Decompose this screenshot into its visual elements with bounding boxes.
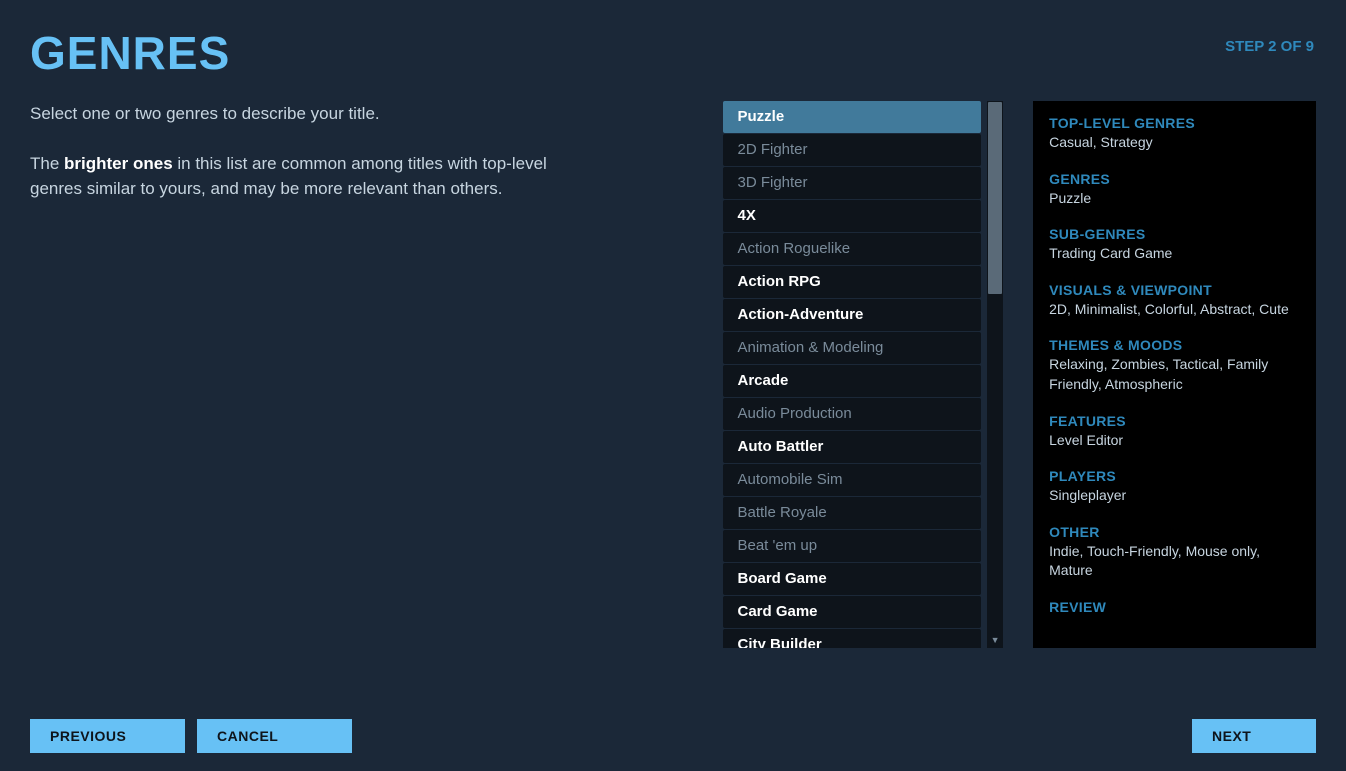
previous-button[interactable]: PREVIOUS <box>30 719 185 753</box>
summary-value: 2D, Minimalist, Colorful, Abstract, Cute <box>1049 300 1300 320</box>
cancel-button[interactable]: CANCEL <box>197 719 352 753</box>
summary-block: GENRES Puzzle <box>1049 171 1300 209</box>
genre-item[interactable]: Animation & Modeling <box>723 332 981 364</box>
genre-item[interactable]: Action-Adventure <box>723 299 981 331</box>
summary-value: Level Editor <box>1049 431 1300 451</box>
page-title: GENRES <box>30 30 230 76</box>
summary-title: SUB-GENRES <box>1049 226 1300 242</box>
summary-title: REVIEW <box>1049 599 1300 615</box>
summary-block: REVIEW <box>1049 599 1300 615</box>
genre-item[interactable]: Auto Battler <box>723 431 981 463</box>
instruction-bold: brighter ones <box>64 154 173 173</box>
genre-item[interactable]: Beat 'em up <box>723 530 981 562</box>
summary-block: OTHER Indie, Touch-Friendly, Mouse only, … <box>1049 524 1300 581</box>
summary-title: GENRES <box>1049 171 1300 187</box>
genre-item[interactable]: 3D Fighter <box>723 167 981 199</box>
summary-block: SUB-GENRES Trading Card Game <box>1049 226 1300 264</box>
instruction-line-2: The brighter ones in this list are commo… <box>30 151 565 202</box>
summary-block: PLAYERS Singleplayer <box>1049 468 1300 506</box>
instruction-line-1: Select one or two genres to describe you… <box>30 101 565 127</box>
genre-item[interactable]: Board Game <box>723 563 981 595</box>
genre-item[interactable]: 4X <box>723 200 981 232</box>
summary-value: Relaxing, Zombies, Tactical, Family Frie… <box>1049 355 1300 394</box>
step-indicator: STEP 2 OF 9 <box>1225 38 1314 55</box>
summary-panel: TOP-LEVEL GENRES Casual, Strategy GENRES Pu… <box>1033 101 1316 648</box>
scrollbar-arrow-down-icon[interactable]: ▼ <box>987 632 1003 648</box>
summary-title: VISUALS & VIEWPOINT <box>1049 282 1300 298</box>
summary-title: FEATURES <box>1049 413 1300 429</box>
instructions-panel: Select one or two genres to describe you… <box>30 101 595 648</box>
genre-list[interactable]: Puzzle2D Fighter3D Fighter4XAction Rogue… <box>723 101 981 648</box>
genre-item[interactable]: Arcade <box>723 365 981 397</box>
genre-item[interactable]: Audio Production <box>723 398 981 430</box>
genre-item[interactable]: Battle Royale <box>723 497 981 529</box>
summary-value: Singleplayer <box>1049 486 1300 506</box>
summary-value: Indie, Touch-Friendly, Mouse only, Matur… <box>1049 542 1300 581</box>
genre-item[interactable]: Card Game <box>723 596 981 628</box>
scrollbar-track[interactable]: ▼ <box>987 101 1003 648</box>
genre-item[interactable]: 2D Fighter <box>723 134 981 166</box>
summary-block: THEMES & MOODS Relaxing, Zombies, Tactica… <box>1049 337 1300 394</box>
summary-block: TOP-LEVEL GENRES Casual, Strategy <box>1049 115 1300 153</box>
next-button[interactable]: NEXT <box>1192 719 1316 753</box>
summary-title: THEMES & MOODS <box>1049 337 1300 353</box>
summary-title: OTHER <box>1049 524 1300 540</box>
genre-item[interactable]: Action RPG <box>723 266 981 298</box>
summary-title: PLAYERS <box>1049 468 1300 484</box>
genre-item[interactable]: Automobile Sim <box>723 464 981 496</box>
scrollbar-thumb[interactable] <box>988 102 1002 294</box>
summary-title: TOP-LEVEL GENRES <box>1049 115 1300 131</box>
genre-item[interactable]: Action Roguelike <box>723 233 981 265</box>
summary-value: Casual, Strategy <box>1049 133 1300 153</box>
instruction-prefix: The <box>30 154 64 173</box>
summary-value: Puzzle <box>1049 189 1300 209</box>
genre-item[interactable]: City Builder <box>723 629 981 648</box>
summary-block: FEATURES Level Editor <box>1049 413 1300 451</box>
summary-block: VISUALS & VIEWPOINT 2D, Minimalist, Color… <box>1049 282 1300 320</box>
genre-item[interactable]: Puzzle <box>723 101 981 133</box>
summary-value: Trading Card Game <box>1049 244 1300 264</box>
